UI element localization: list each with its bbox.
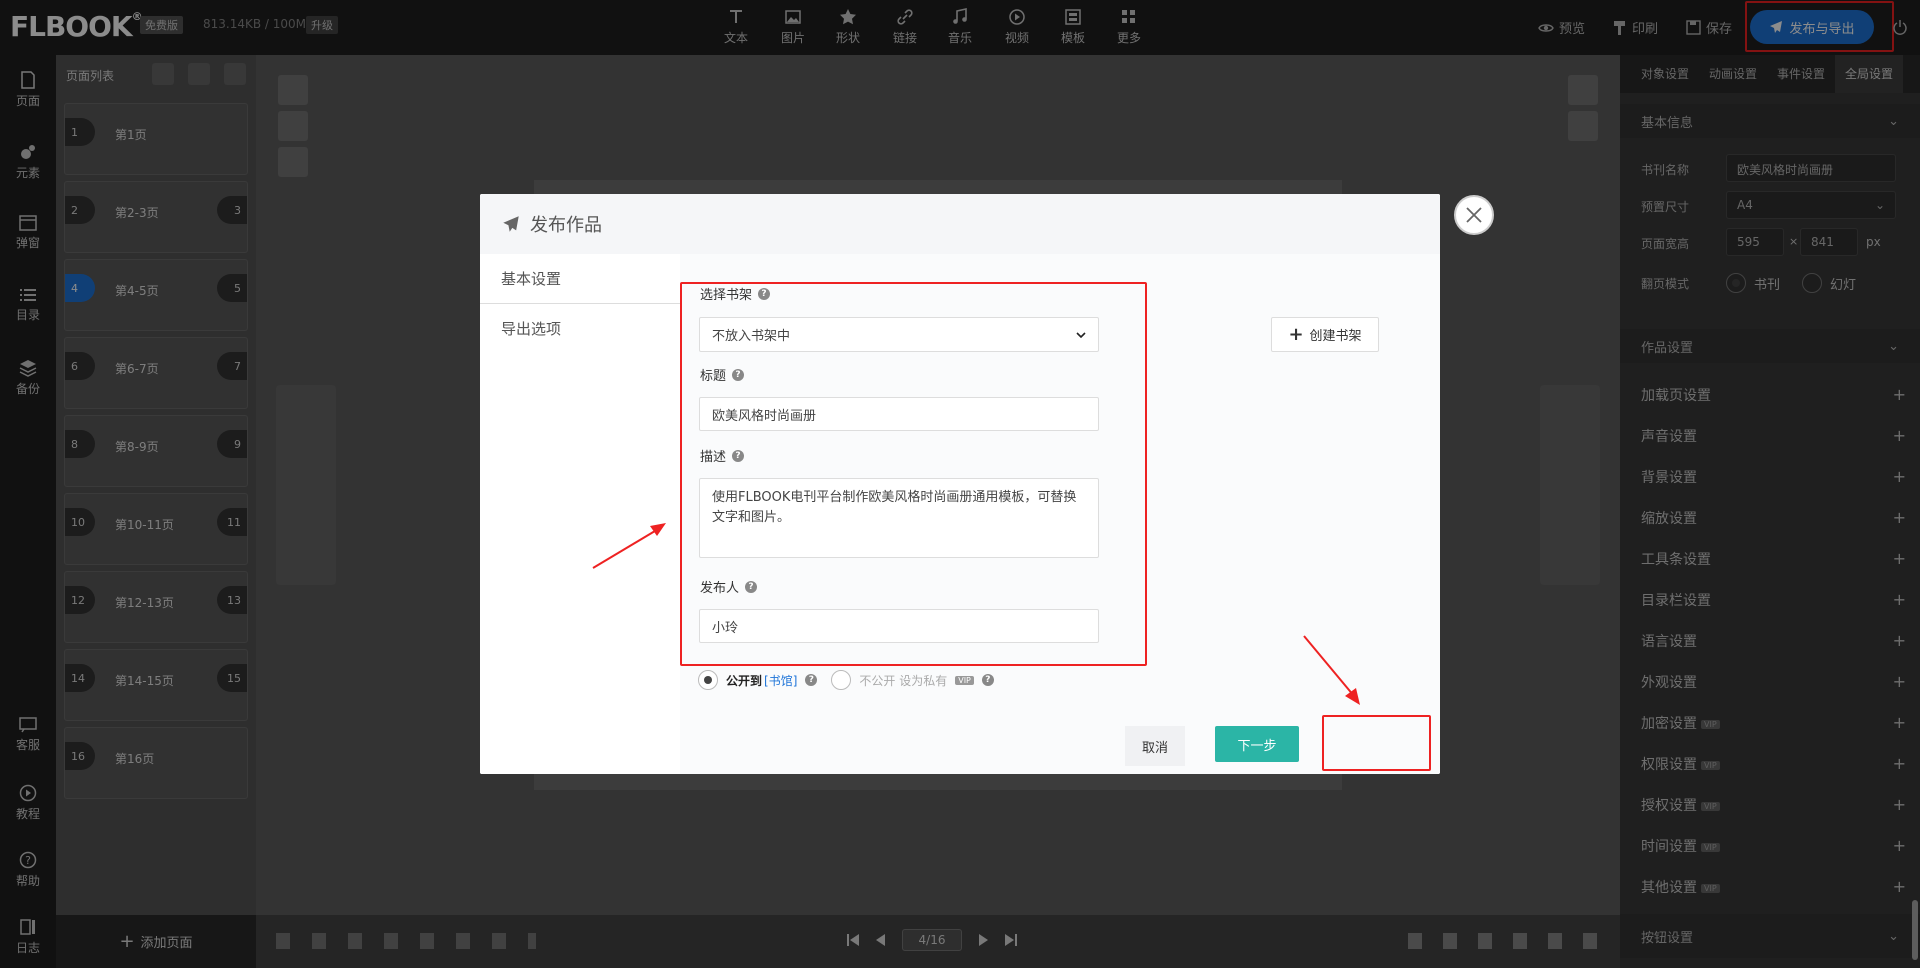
tab-basic-settings[interactable]: 基本设置 (480, 254, 680, 304)
dialog-header: 发布作品 (480, 194, 1440, 254)
public-radio[interactable] (698, 670, 718, 690)
next-button-highlight (1322, 715, 1431, 771)
cancel-button[interactable]: 取消 (1125, 726, 1185, 766)
plus-icon: + (1288, 324, 1304, 345)
paper-plane-icon (503, 216, 519, 232)
create-shelf-button[interactable]: + 创建书架 (1271, 317, 1379, 352)
library-link[interactable]: [书馆] (764, 672, 797, 689)
close-icon (1466, 207, 1482, 223)
close-dialog-button[interactable] (1454, 195, 1494, 235)
form-highlight (680, 282, 1147, 666)
arrow-annotation-icon (1303, 635, 1360, 705)
visibility-options: 公开到 [书馆] ? 不公开 设为私有 VIP ? (698, 670, 994, 690)
dialog-title: 发布作品 (530, 215, 602, 236)
dialog-sidebar: 基本设置 导出选项 (480, 254, 680, 774)
help-icon[interactable]: ? (981, 674, 994, 686)
tab-export-options[interactable]: 导出选项 (480, 304, 680, 354)
next-step-button[interactable]: 下一步 (1215, 726, 1299, 762)
vip-badge: VIP (955, 675, 974, 685)
private-radio[interactable] (831, 670, 852, 690)
help-icon[interactable]: ? (805, 674, 818, 686)
arrow-annotation-icon (592, 523, 666, 569)
